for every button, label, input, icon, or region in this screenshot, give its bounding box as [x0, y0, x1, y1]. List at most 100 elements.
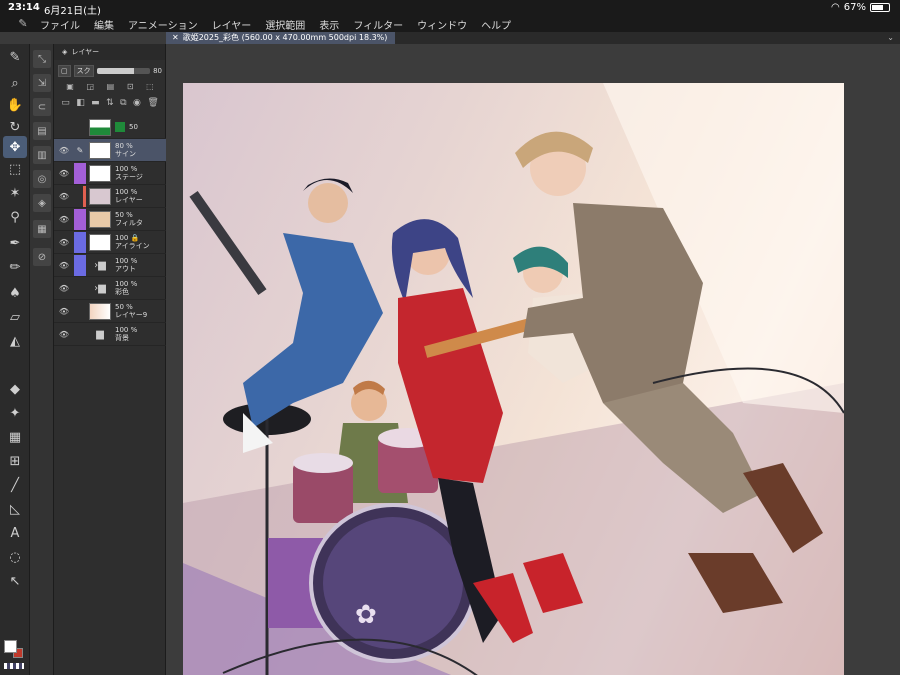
- mask-icon[interactable]: ◉: [133, 98, 141, 110]
- layer-item[interactable]: 50: [54, 116, 166, 139]
- battery-status: ◠ 67%: [831, 2, 890, 13]
- trash-icon[interactable]: 🗑: [147, 98, 158, 110]
- subtool-icon[interactable]: ▥: [33, 146, 51, 164]
- rotate-icon[interactable]: ↻: [3, 116, 27, 138]
- subtool-icon[interactable]: ⤡: [33, 50, 51, 68]
- visibility-icon[interactable]: 👁: [58, 307, 70, 316]
- zoom-icon[interactable]: ⌕: [3, 72, 27, 94]
- menu-layer[interactable]: レイヤー: [212, 17, 252, 32]
- app-icon[interactable]: ✎: [16, 17, 30, 31]
- lock-icon: 🔒: [130, 234, 140, 242]
- layer-color-tag: [74, 117, 86, 138]
- layer-meta: 100 % レイヤー: [115, 188, 143, 204]
- visibility-icon[interactable]: 👁: [58, 146, 70, 155]
- layer-item[interactable]: 👁 ✎ 80 % サイン: [54, 139, 166, 162]
- subtool-icon[interactable]: ▤: [33, 122, 51, 140]
- menu-window[interactable]: ウィンドウ: [417, 17, 467, 32]
- layer-item[interactable]: 👁 50 % レイヤー9: [54, 300, 166, 323]
- magic-wand-icon[interactable]: ✶: [3, 182, 27, 204]
- subtool-icon[interactable]: ◎: [33, 170, 51, 188]
- tool-bar: ✎ ⌕ ✋ ↻ ✥ ⬚ ✶ ⚲ ✒ ✏ ♠ ▱ ◭ ◆ ✦ ▦ ⊞ ╱ ◺ A …: [0, 44, 30, 675]
- frame-icon[interactable]: ⊞: [3, 450, 27, 472]
- layer-item[interactable]: 👁 100 % レイヤー: [54, 185, 166, 208]
- battery-icon: [870, 3, 890, 12]
- layer-color-tag: [74, 324, 86, 345]
- opacity-value: 80: [153, 67, 162, 75]
- transparent-color-swatch[interactable]: [4, 663, 24, 669]
- subtool-icon[interactable]: ⊂: [33, 98, 51, 116]
- layer-item[interactable]: 👁 ›▆ 100 % アウト: [54, 254, 166, 277]
- layer-item[interactable]: 👁 ›▆ 100 % 彩色: [54, 277, 166, 300]
- subtool-icon[interactable]: ⊘: [33, 248, 51, 266]
- visibility-icon[interactable]: 👁: [58, 215, 70, 224]
- hand-icon[interactable]: ✋: [3, 94, 27, 116]
- layer-property-icon[interactable]: ▢: [58, 65, 71, 77]
- menu-view[interactable]: 表示: [319, 17, 339, 32]
- correct-line-icon[interactable]: ↖: [3, 570, 27, 592]
- line-icon[interactable]: ╱: [3, 474, 27, 496]
- artwork-canvas[interactable]: ✿: [183, 83, 844, 675]
- draft-icon[interactable]: ▤: [107, 82, 115, 92]
- visibility-icon[interactable]: 👁: [58, 169, 70, 178]
- subtool-icon[interactable]: ▦: [33, 220, 51, 238]
- layer-item[interactable]: 👁 ▆ 100 % 背景: [54, 323, 166, 346]
- lock-icon[interactable]: ⊡: [127, 82, 134, 92]
- fill-icon[interactable]: ◆: [3, 378, 27, 400]
- main-color-swatch[interactable]: [4, 640, 17, 653]
- move-icon[interactable]: ✥: [3, 136, 27, 158]
- visibility-icon[interactable]: 👁: [58, 261, 70, 270]
- menu-file[interactable]: ファイル: [40, 17, 80, 32]
- menu-edit[interactable]: 編集: [94, 17, 114, 32]
- layer-name: 背景: [115, 334, 129, 342]
- airbrush-icon[interactable]: ♠: [3, 282, 27, 304]
- visibility-icon[interactable]: 👁: [58, 284, 70, 293]
- layer-color-tag: [74, 301, 86, 322]
- ruler-icon[interactable]: ◺: [3, 498, 27, 520]
- blend-icon[interactable]: ◭: [3, 330, 27, 352]
- brush-icon[interactable]: ✎: [3, 46, 27, 68]
- new-vector-layer-icon[interactable]: ◧: [76, 98, 85, 110]
- new-folder-icon[interactable]: ▬: [91, 98, 100, 110]
- subtool-icon[interactable]: ◈: [33, 194, 51, 212]
- visibility-icon[interactable]: 👁: [58, 330, 70, 339]
- menu-help[interactable]: ヘルプ: [481, 17, 511, 32]
- layer-item[interactable]: 👁 100 % ステージ: [54, 162, 166, 185]
- visibility-icon[interactable]: 👁: [58, 238, 70, 247]
- visibility-icon[interactable]: 👁: [58, 192, 70, 201]
- blend-mode-select[interactable]: スク: [73, 65, 94, 77]
- wifi-icon: ◠: [831, 2, 840, 13]
- text-icon[interactable]: A: [3, 522, 27, 544]
- clip-icon[interactable]: ▣: [66, 82, 74, 92]
- menu-selection[interactable]: 選択範囲: [265, 17, 305, 32]
- canvas-area[interactable]: ✿: [166, 44, 900, 675]
- layer-opacity: 80 %: [115, 142, 133, 150]
- layer-thumbnail: [89, 233, 111, 251]
- gradient-icon[interactable]: ▦: [3, 426, 27, 448]
- layer-color-tag: [83, 185, 86, 207]
- transfer-icon[interactable]: ⇅: [106, 98, 114, 110]
- layer-item[interactable]: 👁 100 🔒 アイライン: [54, 231, 166, 254]
- decoration-icon[interactable]: ✦: [3, 402, 27, 424]
- balloon-icon[interactable]: ◌: [3, 546, 27, 568]
- pen-icon[interactable]: ✒: [3, 232, 27, 254]
- subtool-icon[interactable]: ⇲: [33, 74, 51, 92]
- chevron-down-icon[interactable]: ⌄: [887, 32, 894, 44]
- close-tab-icon[interactable]: ✕: [172, 33, 179, 42]
- lock-alpha-icon[interactable]: ⬚: [146, 82, 154, 92]
- layer-thumbnail: [89, 164, 111, 182]
- opacity-slider[interactable]: [96, 68, 151, 74]
- select-icon[interactable]: ⬚: [3, 158, 27, 180]
- pencil-icon[interactable]: ✏: [3, 256, 27, 278]
- layer-thumbnail: [89, 302, 111, 320]
- eyedropper-icon[interactable]: ⚲: [3, 206, 27, 228]
- layer-item[interactable]: 👁 50 % フィルタ: [54, 208, 166, 231]
- eraser-icon[interactable]: ▱: [3, 306, 27, 328]
- merge-icon[interactable]: ⧉: [120, 98, 126, 110]
- menu-filter[interactable]: フィルター: [353, 17, 403, 32]
- menu-animation[interactable]: アニメーション: [128, 17, 198, 32]
- reference-icon[interactable]: ◲: [86, 82, 94, 92]
- document-tab[interactable]: ✕ 歌姫2025_彩色 (560.00 x 470.00mm 500dpi 18.…: [166, 32, 396, 44]
- layer-color-tag: [74, 231, 86, 253]
- new-raster-layer-icon[interactable]: ▭: [61, 98, 70, 110]
- layer-meta: 50 % フィルタ: [115, 211, 143, 227]
